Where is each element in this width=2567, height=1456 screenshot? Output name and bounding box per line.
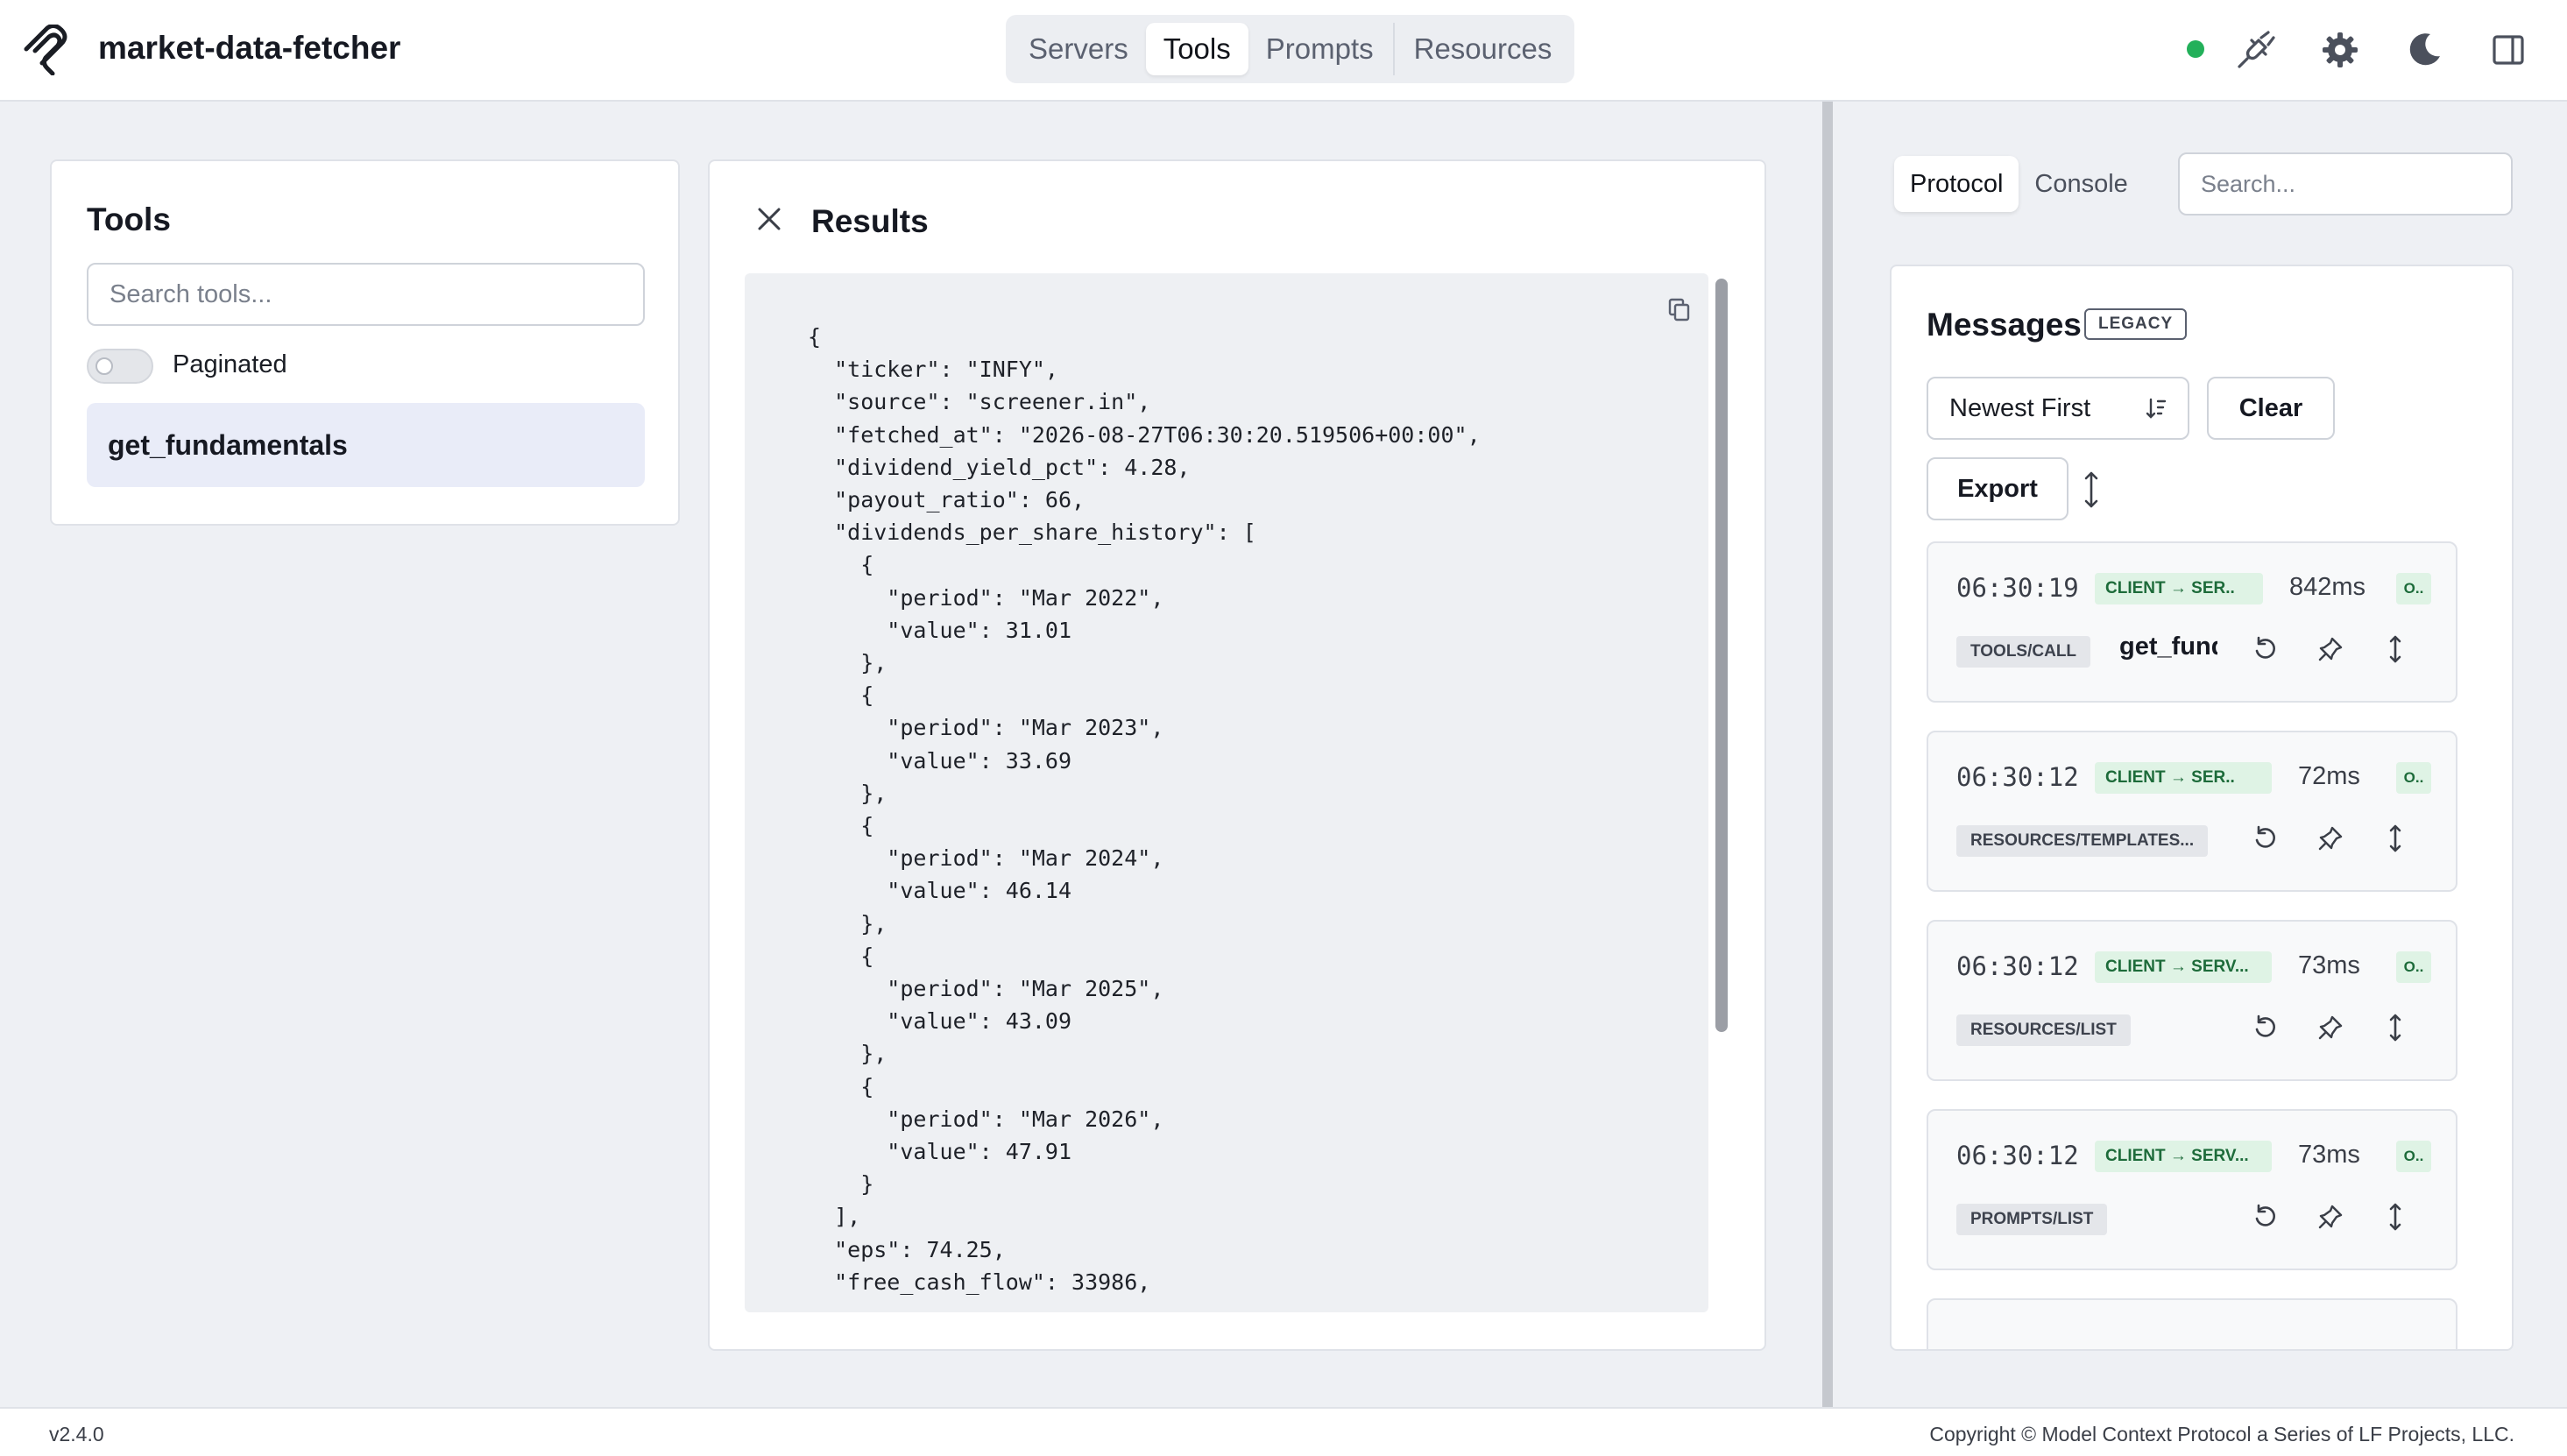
pin-icon[interactable] xyxy=(2316,1202,2345,1232)
toggle-knob xyxy=(95,357,113,375)
tools-search-input[interactable] xyxy=(87,263,645,326)
app-header: market-data-fetcher Servers Tools Prompt… xyxy=(0,0,2567,102)
plug-icon[interactable] xyxy=(2236,30,2276,70)
sort-order-select[interactable]: Newest First xyxy=(1927,377,2189,440)
tool-item-get-fundamentals[interactable]: get_fundamentals xyxy=(87,403,645,487)
panel-resize-handle[interactable] xyxy=(1822,102,1833,1407)
message-duration: 72ms xyxy=(2298,762,2360,790)
tools-panel: Tools Paginated get_fundamentals xyxy=(50,159,680,526)
messages-search-input[interactable] xyxy=(2178,152,2513,216)
message-time: 06:30:12 xyxy=(1956,762,2079,792)
tab-console[interactable]: Console xyxy=(2019,156,2143,212)
main-nav-tabs: Servers Tools Prompts Resources xyxy=(1006,15,1575,83)
paginated-toggle[interactable] xyxy=(87,349,153,384)
json-text: { "ticker": "INFY", "source": "screener.… xyxy=(808,324,1481,1295)
expand-icon[interactable] xyxy=(2380,1013,2410,1043)
message-status-badge: O.. xyxy=(2396,762,2431,794)
replay-icon[interactable] xyxy=(2251,823,2281,853)
tab-separator xyxy=(1392,23,1395,75)
message-time: 06:30:12 xyxy=(1956,1141,2079,1170)
message-direction-badge: CLIENT → SERV... xyxy=(2095,1141,2272,1172)
tab-tools[interactable]: Tools xyxy=(1145,23,1248,75)
replay-icon[interactable] xyxy=(2251,634,2281,664)
expand-icon[interactable] xyxy=(2380,634,2410,664)
sort-icon xyxy=(2146,398,2167,419)
version-label: v2.4.0 xyxy=(49,1423,104,1445)
message-item[interactable]: 06:30:12 CLIENT → SERV... 73ms O.. RESOU… xyxy=(1927,920,2457,1081)
pin-icon[interactable] xyxy=(2316,823,2345,853)
messages-title: Messages xyxy=(1927,307,2082,343)
tab-prompts[interactable]: Prompts xyxy=(1248,23,1391,75)
expand-all-icon[interactable] xyxy=(2079,468,2104,512)
message-method-badge: PROMPTS/LIST xyxy=(1956,1204,2108,1235)
tab-resources[interactable]: Resources xyxy=(1397,23,1570,75)
message-duration: 73ms xyxy=(2298,1141,2360,1169)
message-method-badge: TOOLS/CALL xyxy=(1956,636,2091,668)
replay-icon[interactable] xyxy=(2251,1202,2281,1232)
message-item[interactable]: 06:30:19 CLIENT → SER.. 842ms O.. TOOLS/… xyxy=(1927,541,2457,703)
mcp-logo-icon xyxy=(24,25,67,75)
message-item[interactable] xyxy=(1927,1298,2457,1349)
message-direction-badge: CLIENT → SERV... xyxy=(2095,951,2272,983)
sort-order-value: Newest First xyxy=(1949,394,2091,422)
tab-protocol[interactable]: Protocol xyxy=(1894,156,2019,212)
message-item[interactable]: 06:30:12 CLIENT → SER.. 72ms O.. RESOURC… xyxy=(1927,731,2457,892)
results-panel: Results { "ticker": "INFY", "source": "s… xyxy=(708,159,1766,1351)
export-button[interactable]: Export xyxy=(1927,457,2068,520)
moon-icon[interactable] xyxy=(2404,30,2444,70)
sidebar-toggle-icon[interactable] xyxy=(2488,30,2528,70)
replay-icon[interactable] xyxy=(2251,1013,2281,1043)
paginated-label: Paginated xyxy=(173,350,287,378)
message-status-badge: O.. xyxy=(2396,1141,2431,1172)
message-method-badge: RESOURCES/LIST xyxy=(1956,1014,2131,1046)
tools-panel-title: Tools xyxy=(87,201,171,237)
side-panel-tabs: Protocol Console xyxy=(1894,156,2144,212)
message-item[interactable]: 06:30:12 CLIENT → SERV... 73ms O.. PROMP… xyxy=(1927,1109,2457,1270)
message-duration: 842ms xyxy=(2289,573,2366,601)
gear-icon[interactable] xyxy=(2320,30,2360,70)
message-time: 06:30:12 xyxy=(1956,951,2079,981)
message-direction-badge: CLIENT → SER.. xyxy=(2095,573,2263,604)
clear-button[interactable]: Clear xyxy=(2207,377,2335,440)
copyright-text: Copyright © Model Context Protocol a Ser… xyxy=(1929,1423,2514,1445)
message-tool-name: get_fundamentals xyxy=(2119,633,2217,661)
tab-servers[interactable]: Servers xyxy=(1011,23,1146,75)
app-title: market-data-fetcher xyxy=(98,30,401,66)
pin-icon[interactable] xyxy=(2316,634,2345,664)
message-duration: 73ms xyxy=(2298,951,2360,979)
message-time: 06:30:19 xyxy=(1956,573,2079,603)
results-scrollbar[interactable] xyxy=(1715,279,1728,1032)
message-method-badge: RESOURCES/TEMPLATES... xyxy=(1956,825,2209,857)
message-status-badge: O.. xyxy=(2396,951,2431,983)
connection-status-indicator xyxy=(2187,40,2204,58)
message-direction-badge: CLIENT → SER.. xyxy=(2095,762,2272,794)
json-output[interactable]: { "ticker": "INFY", "source": "screener.… xyxy=(745,273,1708,1312)
close-icon[interactable] xyxy=(755,205,783,233)
legacy-badge: LEGACY xyxy=(2084,308,2188,340)
results-title: Results xyxy=(811,203,929,239)
expand-icon[interactable] xyxy=(2380,1202,2410,1232)
expand-icon[interactable] xyxy=(2380,823,2410,853)
message-status-badge: O.. xyxy=(2396,573,2431,604)
pin-icon[interactable] xyxy=(2316,1013,2345,1043)
copy-icon[interactable] xyxy=(1666,296,1693,322)
app-footer: v2.4.0 Copyright © Model Context Protoco… xyxy=(0,1407,2567,1456)
messages-panel: Messages LEGACY Newest First Clear Expor… xyxy=(1890,265,2514,1351)
